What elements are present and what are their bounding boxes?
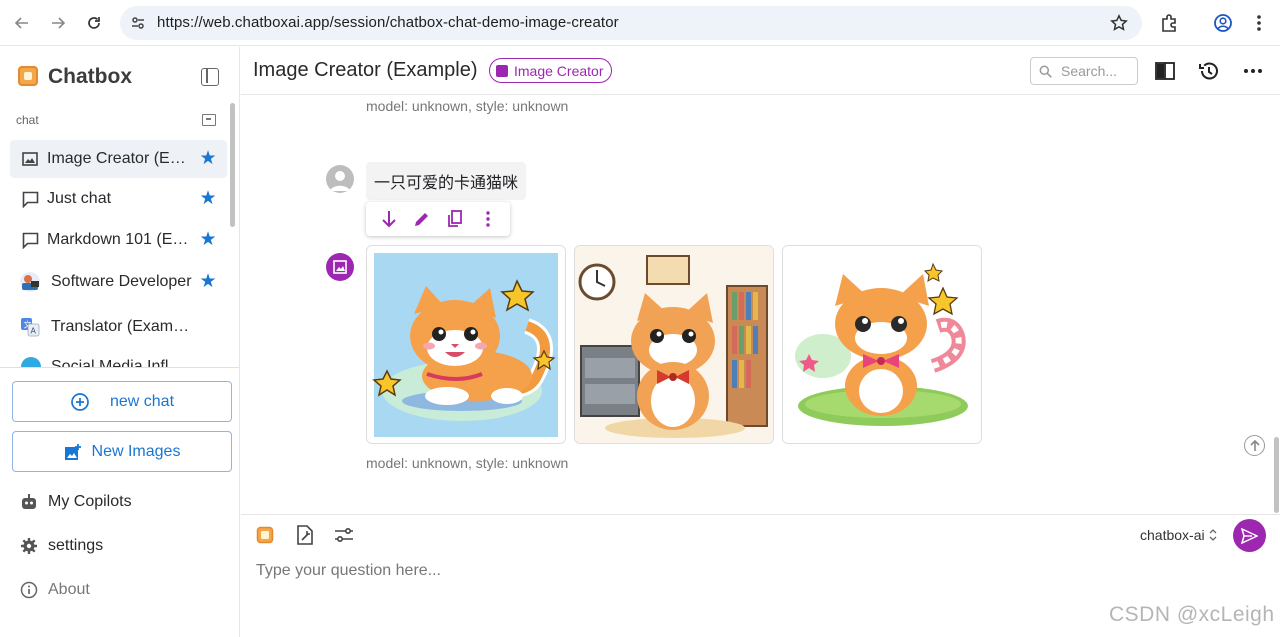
about-label: About bbox=[48, 581, 90, 598]
cat-image-icon bbox=[372, 253, 558, 437]
chat-item-just-chat[interactable]: Just chat ★ bbox=[10, 180, 227, 218]
profile-icon[interactable] bbox=[1211, 11, 1235, 35]
new-images-button[interactable]: New Images bbox=[12, 431, 232, 472]
settings-label: settings bbox=[48, 537, 104, 554]
chatbox-logo-icon bbox=[18, 66, 38, 86]
chat-item-translator[interactable]: 文A Translator (Example) bbox=[10, 308, 227, 346]
chat-item-label: Image Creator (Example) bbox=[47, 150, 193, 167]
badge-label: Image Creator bbox=[514, 62, 604, 79]
message-meta: model: unknown, style: unknown bbox=[366, 98, 569, 114]
copy-icon[interactable] bbox=[445, 209, 465, 229]
address-bar[interactable]: https://web.chatboxai.app/session/chatbo… bbox=[120, 6, 1142, 40]
message-list: model: unknown, style: unknown 一只可爱的卡通猫咪 bbox=[241, 96, 1273, 514]
star-icon[interactable]: ★ bbox=[198, 149, 218, 169]
watermark: CSDN @xcLeigh bbox=[1109, 603, 1275, 626]
chatbox-logo-icon[interactable] bbox=[254, 524, 276, 546]
robot-icon bbox=[20, 493, 38, 511]
section-label: chat bbox=[16, 113, 39, 127]
chat-item-software-developer[interactable]: Software Developer ★ bbox=[10, 263, 227, 301]
more-vert-icon[interactable] bbox=[478, 209, 498, 229]
model-selector[interactable]: chatbox-ai bbox=[1140, 527, 1217, 543]
user-avatar bbox=[326, 165, 354, 193]
scroll-to-top-icon[interactable] bbox=[1244, 435, 1265, 456]
send-button[interactable] bbox=[1233, 519, 1266, 552]
site-settings-icon[interactable] bbox=[130, 15, 146, 36]
chat-item-label: Markdown 101 (Example) bbox=[47, 231, 193, 248]
generated-image-card[interactable] bbox=[782, 245, 982, 444]
chat-item-image-creator[interactable]: Image Creator (Example) ★ bbox=[10, 140, 227, 178]
brand-name: Chatbox bbox=[48, 65, 132, 88]
generated-image-card[interactable] bbox=[366, 245, 566, 444]
history-icon[interactable] bbox=[1198, 60, 1220, 82]
my-copilots-label: My Copilots bbox=[48, 493, 132, 510]
add-photo-icon bbox=[64, 443, 82, 461]
image-creator-avatar bbox=[326, 253, 354, 281]
search-placeholder: Search... bbox=[1061, 63, 1118, 79]
sidebar-scrollbar[interactable] bbox=[230, 103, 235, 227]
about-link[interactable]: About bbox=[20, 578, 90, 602]
extensions-icon[interactable] bbox=[1158, 11, 1182, 35]
cat-image-icon bbox=[575, 246, 773, 443]
archive-icon[interactable] bbox=[202, 114, 216, 126]
image-icon bbox=[21, 150, 39, 168]
translate-icon: 文A bbox=[20, 317, 40, 337]
new-chat-button[interactable]: new chat bbox=[12, 381, 232, 422]
sidebar-divider bbox=[0, 367, 239, 368]
add-circle-icon bbox=[70, 392, 90, 412]
chat-item-markdown[interactable]: Markdown 101 (Example) ★ bbox=[10, 221, 227, 259]
model-label: chatbox-ai bbox=[1140, 527, 1205, 543]
settings-link[interactable]: settings bbox=[20, 534, 103, 558]
layout-toggle-icon[interactable] bbox=[1154, 60, 1176, 82]
chat-bubble-icon bbox=[21, 231, 39, 249]
message-scrollbar[interactable] bbox=[1274, 437, 1279, 513]
url-text[interactable]: https://web.chatboxai.app/session/chatbo… bbox=[157, 14, 619, 31]
chat-bubble-icon bbox=[21, 190, 39, 208]
collapse-sidebar-icon[interactable] bbox=[201, 68, 219, 86]
chat-header: Image Creator (Example) Image Creator Se… bbox=[241, 47, 1280, 95]
more-options-icon[interactable] bbox=[1242, 60, 1264, 82]
reload-icon[interactable] bbox=[82, 11, 106, 35]
cat-image-icon bbox=[783, 246, 981, 443]
my-copilots-link[interactable]: My Copilots bbox=[20, 490, 132, 514]
svg-text:A: A bbox=[31, 327, 37, 336]
info-icon bbox=[20, 581, 38, 599]
search-icon bbox=[1039, 65, 1052, 78]
chat-item-label: Social Media Influencer bbox=[51, 358, 193, 367]
sidebar: Chatbox chat Image Creator (Example) ★ J… bbox=[0, 47, 240, 637]
assistant-badge[interactable]: Image Creator bbox=[489, 58, 613, 83]
back-icon[interactable] bbox=[10, 11, 34, 35]
edit-icon[interactable] bbox=[412, 209, 432, 229]
search-box[interactable]: Search... bbox=[1030, 57, 1138, 85]
gear-icon bbox=[20, 537, 38, 555]
chat-list: Image Creator (Example) ★ Just chat ★ Ma… bbox=[0, 140, 230, 367]
attach-file-icon[interactable] bbox=[294, 524, 316, 546]
message-meta: model: unknown, style: unknown bbox=[366, 455, 569, 471]
image-icon bbox=[496, 64, 508, 77]
unfold-icon bbox=[1209, 529, 1217, 541]
arrow-down-icon[interactable] bbox=[379, 209, 399, 229]
browser-toolbar: https://web.chatboxai.app/session/chatbo… bbox=[0, 0, 1280, 46]
bookmark-star-icon[interactable] bbox=[1110, 14, 1128, 37]
chat-item-label: Translator (Example) bbox=[51, 318, 193, 335]
page-title: Image Creator (Example) bbox=[253, 59, 478, 81]
new-chat-label: new chat bbox=[109, 392, 175, 410]
user-message: 一只可爱的卡通猫咪 bbox=[366, 162, 527, 200]
chat-item-label: Software Developer bbox=[51, 273, 192, 290]
chat-item-social-media[interactable]: Social Media Influencer bbox=[10, 348, 227, 367]
developer-avatar-icon bbox=[19, 271, 41, 293]
social-avatar-icon bbox=[20, 356, 42, 367]
message-input[interactable]: Type your question here... bbox=[256, 562, 441, 580]
send-icon bbox=[1241, 527, 1258, 544]
message-toolbar bbox=[366, 202, 510, 236]
star-icon[interactable]: ★ bbox=[198, 230, 218, 250]
new-images-label: New Images bbox=[91, 442, 181, 460]
star-icon[interactable]: ★ bbox=[198, 189, 218, 209]
settings-sliders-icon[interactable] bbox=[333, 524, 355, 546]
browser-menu-icon[interactable] bbox=[1247, 11, 1271, 35]
star-icon[interactable]: ★ bbox=[198, 272, 218, 292]
generated-image-card[interactable] bbox=[574, 245, 774, 444]
forward-icon[interactable] bbox=[46, 11, 70, 35]
chat-item-label: Just chat bbox=[47, 190, 112, 207]
